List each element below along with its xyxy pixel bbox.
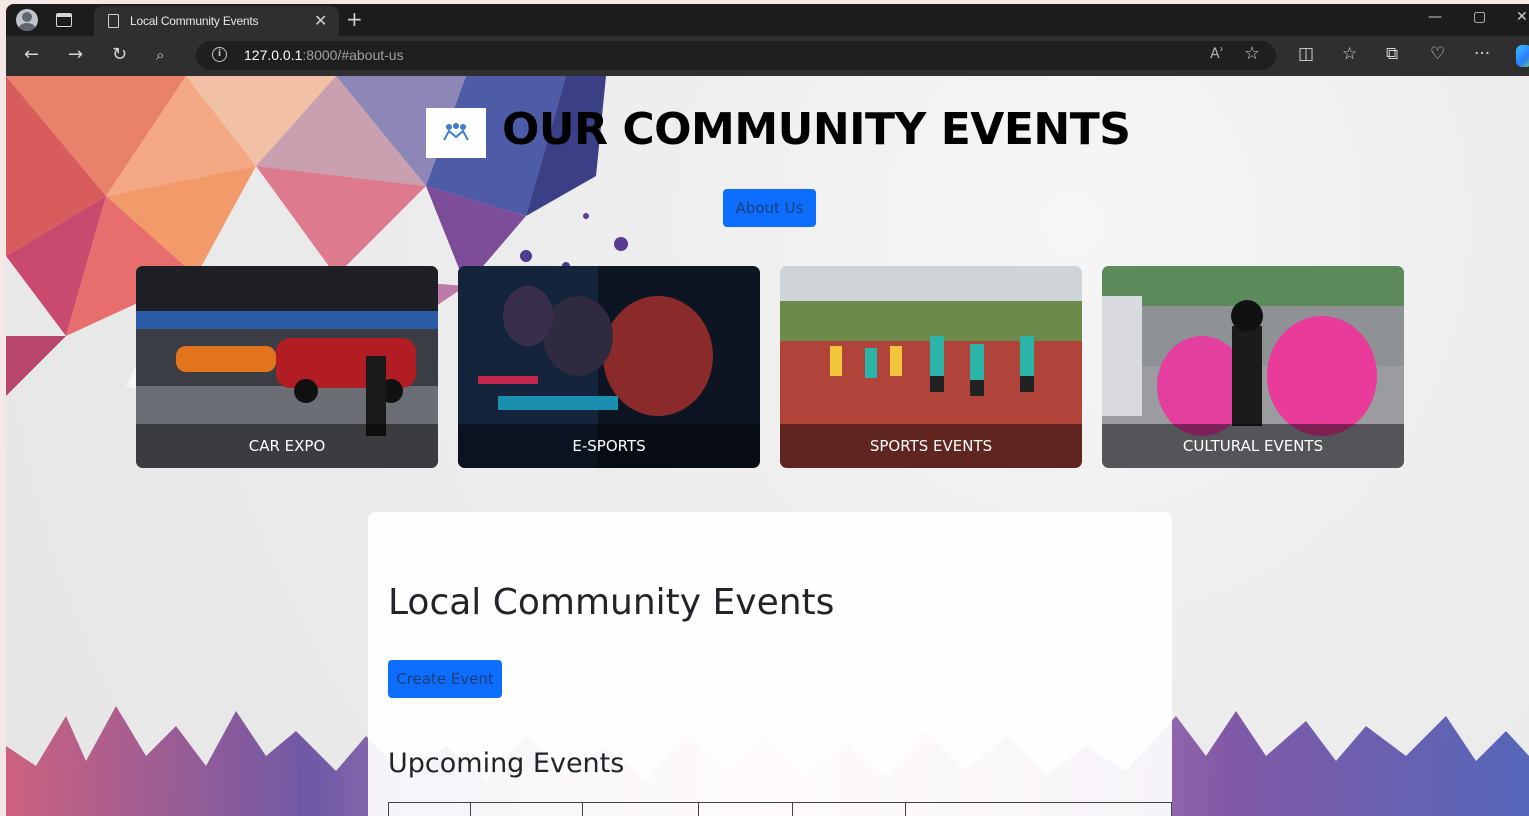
tab-actions-icon[interactable]: [56, 13, 72, 27]
back-icon[interactable]: ←: [24, 45, 39, 65]
collections-icon[interactable]: ⧉: [1386, 44, 1398, 64]
card-label: E-SPORTS: [458, 424, 760, 468]
upcoming-events-heading: Upcoming Events: [388, 748, 625, 779]
table-cell: [698, 802, 793, 816]
split-screen-icon[interactable]: ◫: [1298, 44, 1314, 64]
table-row: [388, 802, 1172, 816]
browser-tab-active[interactable]: Local Community Events ✕: [94, 6, 339, 36]
page-icon: [108, 14, 119, 28]
url-text: 127.0.0.1:8000/#about-us: [244, 47, 404, 63]
table-cell: [905, 802, 1172, 816]
create-event-button[interactable]: Create Event: [388, 660, 502, 698]
card-cultural-events[interactable]: CULTURAL EVENTS: [1102, 266, 1404, 468]
site-info-icon[interactable]: i: [212, 47, 227, 62]
table-cell: [792, 802, 906, 816]
card-label: CAR EXPO: [136, 424, 438, 468]
close-tab-icon[interactable]: ✕: [314, 11, 327, 30]
main-content-panel: Local Community Events Create Event Upco…: [368, 512, 1172, 816]
restore-icon[interactable]: ▢: [1473, 9, 1486, 25]
favorite-star-icon[interactable]: ☆: [1244, 43, 1260, 64]
table-cell: [582, 802, 699, 816]
table-cell: [470, 802, 583, 816]
site-title: OUR COMMUNITY EVENTS: [502, 104, 1131, 155]
close-window-icon[interactable]: ✕: [1516, 9, 1528, 25]
card-label: SPORTS EVENTS: [780, 424, 1082, 468]
forward-icon[interactable]: →: [68, 45, 83, 65]
refresh-icon[interactable]: ↻: [112, 45, 127, 65]
about-us-button[interactable]: About Us: [723, 189, 816, 227]
card-label: CULTURAL EVENTS: [1102, 424, 1404, 468]
minimize-icon[interactable]: —: [1428, 9, 1442, 25]
card-car-expo[interactable]: CAR EXPO: [136, 266, 438, 468]
copilot-icon[interactable]: [1516, 45, 1529, 67]
card-sports-events[interactable]: SPORTS EVENTS: [780, 266, 1082, 468]
search-icon[interactable]: ⌕: [156, 45, 164, 65]
card-e-sports[interactable]: E-SPORTS: [458, 266, 760, 468]
read-aloud-icon[interactable]: Aʾ: [1210, 46, 1224, 62]
new-tab-icon[interactable]: +: [346, 7, 363, 31]
page-title: Local Community Events: [388, 582, 835, 623]
table-cell: [388, 802, 471, 816]
favorites-icon[interactable]: ☆: [1342, 44, 1357, 64]
tab-title: Local Community Events: [130, 14, 259, 28]
community-logo-icon: [443, 123, 469, 141]
browser-essentials-icon[interactable]: ♡: [1430, 44, 1445, 64]
page-viewport: OUR COMMUNITY EVENTS About Us CAR EXPO E…: [6, 76, 1529, 816]
browser-toolbar: ← → ↻ ⌕ i 127.0.0.1:8000/#about-us Aʾ ☆ …: [6, 36, 1529, 76]
tab-strip: Local Community Events ✕ + — ▢ ✕: [6, 4, 1529, 36]
site-logo[interactable]: [426, 108, 486, 158]
more-menu-icon[interactable]: ···: [1474, 44, 1490, 64]
profile-avatar-icon[interactable]: [16, 9, 38, 31]
browser-window: Local Community Events ✕ + — ▢ ✕ ← → ↻ ⌕…: [6, 4, 1529, 816]
address-bar[interactable]: i 127.0.0.1:8000/#about-us Aʾ ☆: [196, 41, 1276, 70]
events-table: [388, 802, 1172, 816]
